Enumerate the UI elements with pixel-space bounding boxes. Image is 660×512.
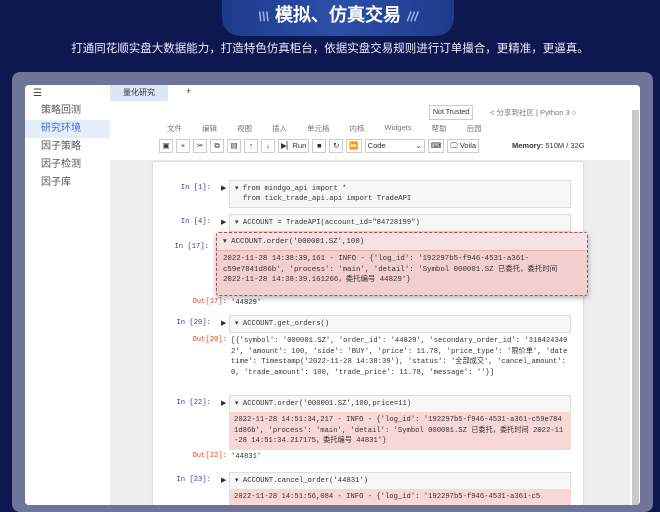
copy-icon[interactable]: ⧉ [210,139,224,153]
collapse-icon: ▾ [235,477,243,485]
memory-value: 510M / 32G [545,141,585,150]
hamburger-menu-icon[interactable]: ☰ [33,88,42,99]
tab-quant-research[interactable]: 量化研究 [110,85,168,101]
add-cell-icon[interactable]: + [176,139,190,153]
cell-code[interactable]: ▾ ACCOUNT.order('000001.SZ',100,price=11… [229,395,571,413]
notebook-page: In [1]: ▶ ▾ from mindgo_api import * from… [153,162,583,505]
cell-type-value: Code [367,141,386,150]
stop-icon[interactable]: ■ [312,139,327,153]
collapse-icon: ▾ [235,185,243,193]
sidebar: ☰ 策略回测 研究环境 因子策略 因子检测 因子库 [25,85,110,505]
move-down-icon[interactable]: ↓ [261,139,275,153]
cell-prompt: In [20]: [176,319,211,327]
output-prompt: Out[20]: [192,336,227,344]
toolbar: ▣ + ✂ ⧉ ▤ ↑ ↓ ▶▏Run ■ ↻ ⏩ Code ⌄ ⌨ 🖵 Voi… [159,139,480,153]
run-cell-icon[interactable]: ▶ [221,184,226,193]
menu-widgets[interactable]: Widgets [385,123,412,134]
highlighted-cell[interactable]: ▾ ACCOUNT.order('000001.SZ',100) 2022-11… [216,232,588,296]
keyboard-icon[interactable]: ⌨ [427,139,445,153]
menu-other[interactable]: 后园 [467,123,482,134]
code-line: ACCOUNT.cancel_order('44831') [242,477,369,485]
cell-code[interactable]: ▾ ACCOUNT.cancel_order('44831') [229,472,571,490]
cell-code[interactable]: ▾ ACCOUNT = TradeAPI(account_id="8472819… [229,214,571,232]
cell-output: '44829' [231,299,262,307]
cell-output: [{'symbol': '000001.SZ', 'order_id': '44… [231,337,571,377]
fast-forward-icon[interactable]: ⏩ [346,139,362,153]
sidebar-item-factor-test[interactable]: 因子检测 [25,156,110,174]
run-cell-icon[interactable]: ▶ [221,319,226,328]
chevron-down-icon: ⌄ [415,141,422,150]
run-button[interactable]: ▶▏Run [278,139,310,153]
code-line: from tick_trade_api.api import TradeAPI [243,195,412,203]
cell-prompt: In [23]: [176,476,211,484]
collapse-icon: ▾ [235,219,243,227]
share-link[interactable]: < 分享到社区 | Python 3 ○ [490,107,576,118]
code-line: from mindgo_api import * [242,185,347,193]
monitor-icon: 🖵 [450,141,460,150]
cell-prompt: In [17]: [174,243,209,251]
cell-output: '44831' [231,453,262,461]
save-icon[interactable]: ▣ [159,139,173,153]
hero-banner: \\\ 模拟、仿真交易/// [222,0,454,36]
code-line: ACCOUNT.get_orders() [242,320,330,328]
menu-kernel[interactable]: 内核 [350,123,365,134]
output-prompt: Out[17]: [192,298,227,306]
add-tab-button[interactable]: + [186,86,191,96]
cut-icon[interactable]: ✂ [193,139,207,153]
run-cell-icon[interactable]: ▶ [221,399,226,408]
restart-icon[interactable]: ↻ [329,139,344,153]
memory-label: Memory: [512,141,544,150]
menu-view[interactable]: 视图 [237,123,252,134]
notebook-header: Not Trusted < 分享到社区 | Python 3 ○ 文件 编辑 视… [157,101,587,159]
run-label: Run [292,141,307,150]
output-prompt: Out[22]: [192,452,227,460]
menu-edit[interactable]: 编辑 [202,123,217,134]
cell-stderr: 2022-11-28 14:38:39,161 - INFO - {'log_i… [223,255,558,284]
collapse-icon: ▾ [223,238,232,246]
menu-insert[interactable]: 插入 [272,123,287,134]
run-cell-icon[interactable]: ▶ [221,218,226,227]
menu-help[interactable]: 帮助 [432,123,447,134]
cell-code[interactable]: ▾ ACCOUNT.order('000001.SZ',100) [217,233,587,251]
sidebar-item-research[interactable]: 研究环境 [25,120,110,138]
move-up-icon[interactable]: ↑ [244,139,258,153]
cell-stderr: 2022-11-28 14:51:56,084 - INFO - {'log_i… [229,489,571,505]
voila-label: Voila [459,141,477,150]
share-label: 分享到社区 [496,108,534,117]
not-trusted-button[interactable]: Not Trusted [429,105,474,120]
sidebar-item-factor-strategy[interactable]: 因子策略 [25,138,110,156]
code-line: ACCOUNT.order('000001.SZ',100,price=11) [242,400,412,408]
cell-type-select[interactable]: Code ⌄ [364,139,425,153]
tab-bar: 量化研究 + [110,85,640,101]
sidebar-item-factor-library[interactable]: 因子库 [25,174,110,192]
cell-stderr: 2022-11-28 14:51:34,217 - INFO - {'log_i… [229,412,571,450]
scrollbar[interactable] [632,110,639,505]
code-line: ACCOUNT = TradeAPI(account_id="84728199"… [242,219,420,227]
collapse-icon: ▾ [235,320,243,328]
cell-prompt: In [1]: [180,184,211,192]
code-line: ACCOUNT.order('000001.SZ',100) [231,238,365,246]
menu-bar: 文件 编辑 视图 插入 单元格 内核 Widgets 帮助 后园 [167,123,482,134]
notebook-content: In [1]: ▶ ▾ from mindgo_api import * from… [110,160,630,505]
cell-prompt: In [4]: [180,218,211,226]
kernel-status-icon: ○ [571,108,577,117]
paste-icon[interactable]: ▤ [227,139,241,153]
hero-subtitle: 打通同花顺实盘大数据能力，打造特色仿真柜台，依据实盘交易规则进行订单撮合，更精准… [71,43,589,55]
voila-button[interactable]: 🖵 Voila [447,139,480,153]
cell-code[interactable]: ▾ from mindgo_api import * from tick_trad… [229,180,571,208]
run-cell-icon[interactable]: ▶ [221,476,226,485]
hero-title: 模拟、仿真交易 [275,5,401,25]
cell-code[interactable]: ▾ ACCOUNT.get_orders() [229,315,571,333]
sidebar-item-backtest[interactable]: 策略回测 [25,102,110,120]
menu-file[interactable]: 文件 [167,123,182,134]
memory-indicator: Memory: 510M / 32G [512,141,585,150]
collapse-icon: ▾ [235,400,243,408]
run-icon: ▶▏ [281,141,293,150]
menu-cell[interactable]: 单元格 [307,123,330,134]
cell-prompt: In [22]: [176,399,211,407]
kernel-name: Python 3 [540,108,570,117]
